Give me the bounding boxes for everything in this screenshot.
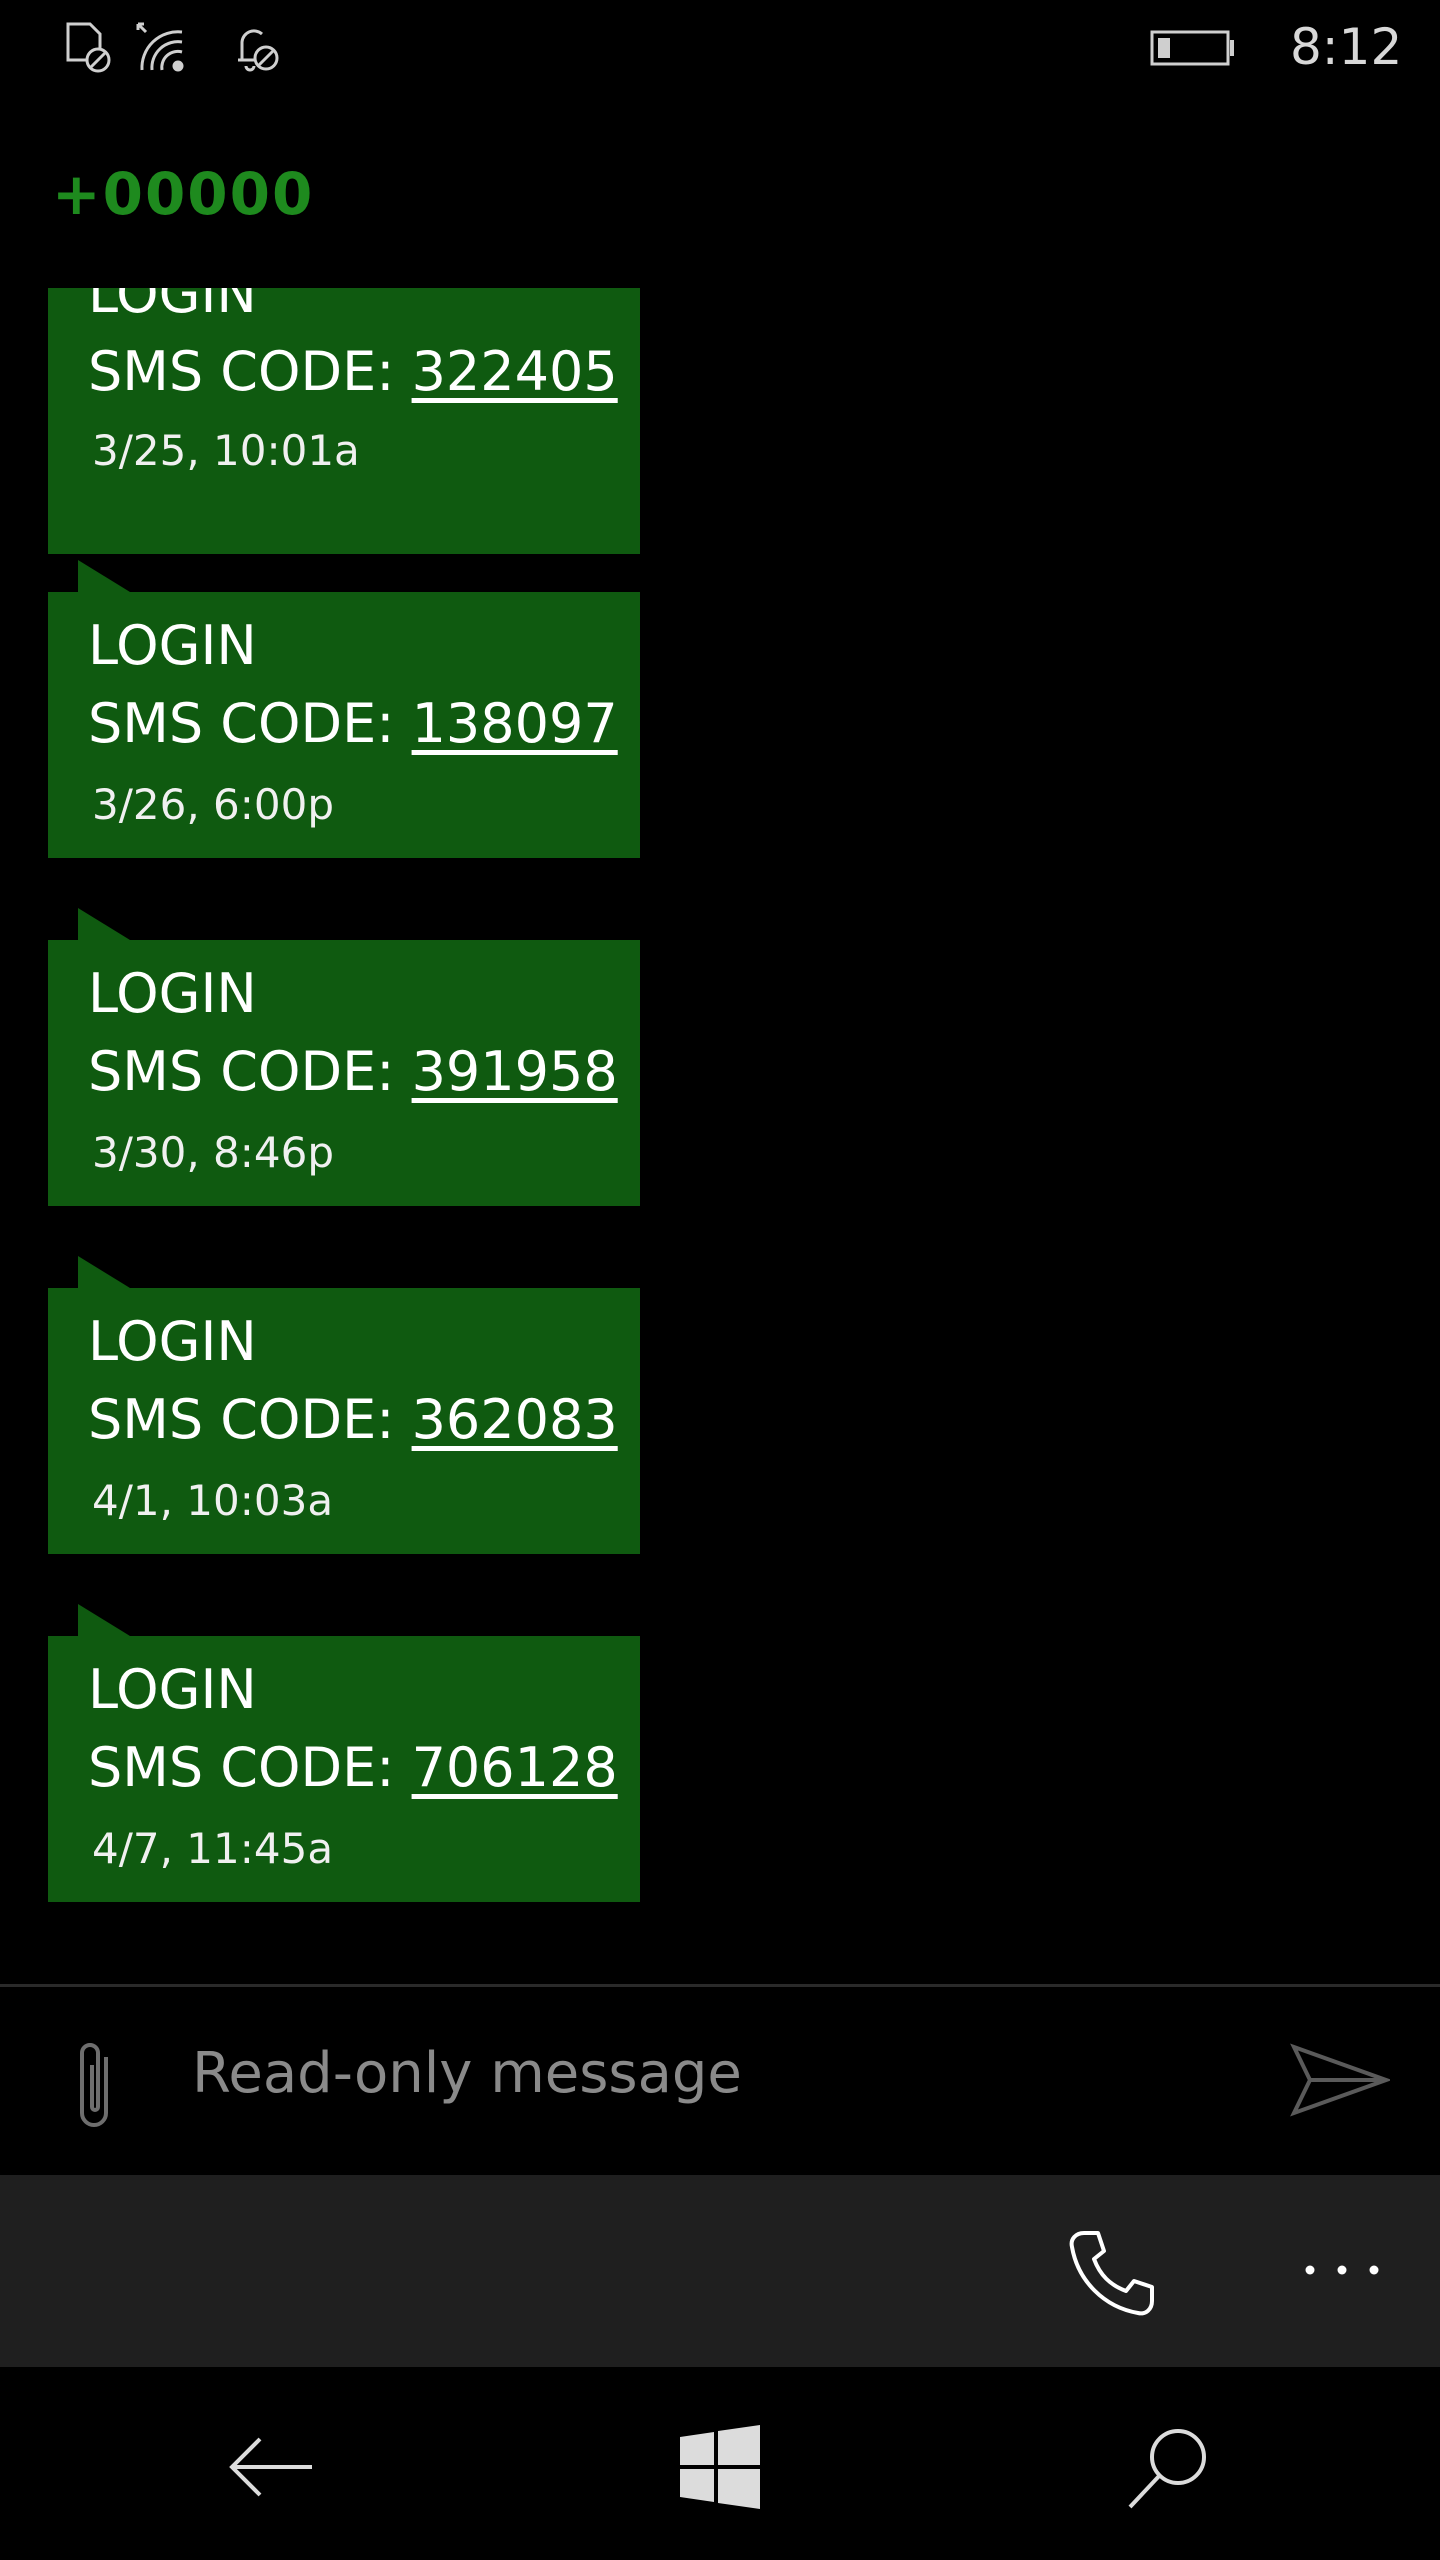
- message-input[interactable]: Read-only message: [192, 2041, 742, 2106]
- compose-bar: Read-only message: [0, 1987, 1440, 2175]
- phone-icon[interactable]: [1064, 2225, 1160, 2321]
- more-icon[interactable]: [1300, 2255, 1384, 2285]
- message-code-line: SMS CODE: 391958: [88, 1040, 618, 1103]
- message-bubble[interactable]: LOGIN SMS CODE: 391958 3/30, 8:46p: [48, 908, 640, 1206]
- message-bubble[interactable]: LOGIN SMS CODE: 362083 4/1, 10:03a: [48, 1256, 640, 1554]
- nav-bar: [0, 2367, 1440, 2560]
- message-timestamp: 3/26, 6:00p: [92, 780, 334, 829]
- code-link[interactable]: 362083: [412, 1388, 618, 1451]
- paperclip-icon[interactable]: [66, 2037, 128, 2133]
- app-bar: [0, 2175, 1440, 2367]
- message-timestamp: 3/25, 10:01a: [92, 426, 360, 475]
- message-timestamp: 4/7, 11:45a: [92, 1824, 334, 1873]
- clock: 8:12: [1290, 18, 1403, 76]
- code-link[interactable]: 138097: [412, 692, 618, 755]
- message-bubble[interactable]: LOGIN SMS CODE: 322405 3/25, 10:01a: [48, 288, 640, 554]
- message-title: LOGIN: [88, 288, 257, 325]
- code-label: SMS CODE:: [88, 1388, 412, 1451]
- message-title: LOGIN: [88, 1658, 257, 1721]
- code-link[interactable]: 706128: [412, 1736, 618, 1799]
- wifi-icon: [132, 20, 188, 76]
- message-list[interactable]: LOGIN SMS CODE: 322405 3/25, 10:01a LOGI…: [0, 288, 1440, 1978]
- battery-low-icon: [1150, 28, 1236, 68]
- message-timestamp: 3/30, 8:46p: [92, 1128, 334, 1177]
- search-icon[interactable]: [1120, 2419, 1216, 2515]
- code-label: SMS CODE:: [88, 1040, 412, 1103]
- bubble-tail: [78, 1604, 130, 1636]
- message-code-line: SMS CODE: 362083: [88, 1388, 618, 1451]
- message-timestamp: 4/1, 10:03a: [92, 1476, 334, 1525]
- message-code-line: SMS CODE: 706128: [88, 1736, 618, 1799]
- message-code-line: SMS CODE: 322405: [88, 340, 618, 403]
- bubble-tail: [78, 1256, 130, 1288]
- code-label: SMS CODE:: [88, 692, 412, 755]
- bubble-tail: [78, 560, 130, 592]
- send-icon[interactable]: [1290, 2041, 1392, 2119]
- code-link[interactable]: 391958: [412, 1040, 618, 1103]
- no-sim-icon: [60, 20, 116, 76]
- status-bar: 8:12: [0, 0, 1440, 96]
- message-title: LOGIN: [88, 1310, 257, 1373]
- bubble-tail: [78, 908, 130, 940]
- back-arrow-icon[interactable]: [224, 2419, 320, 2515]
- notification-off-icon: [228, 20, 284, 76]
- message-code-line: SMS CODE: 138097: [88, 692, 618, 755]
- message-title: LOGIN: [88, 614, 257, 677]
- code-link[interactable]: 322405: [412, 340, 618, 403]
- contact-name[interactable]: +00000: [52, 160, 314, 228]
- message-bubble[interactable]: LOGIN SMS CODE: 706128 4/7, 11:45a: [48, 1604, 640, 1902]
- windows-logo-icon[interactable]: [672, 2419, 768, 2515]
- message-title: LOGIN: [88, 962, 257, 1025]
- code-label: SMS CODE:: [88, 1736, 412, 1799]
- message-bubble[interactable]: LOGIN SMS CODE: 138097 3/26, 6:00p: [48, 560, 640, 858]
- code-label: SMS CODE:: [88, 340, 412, 403]
